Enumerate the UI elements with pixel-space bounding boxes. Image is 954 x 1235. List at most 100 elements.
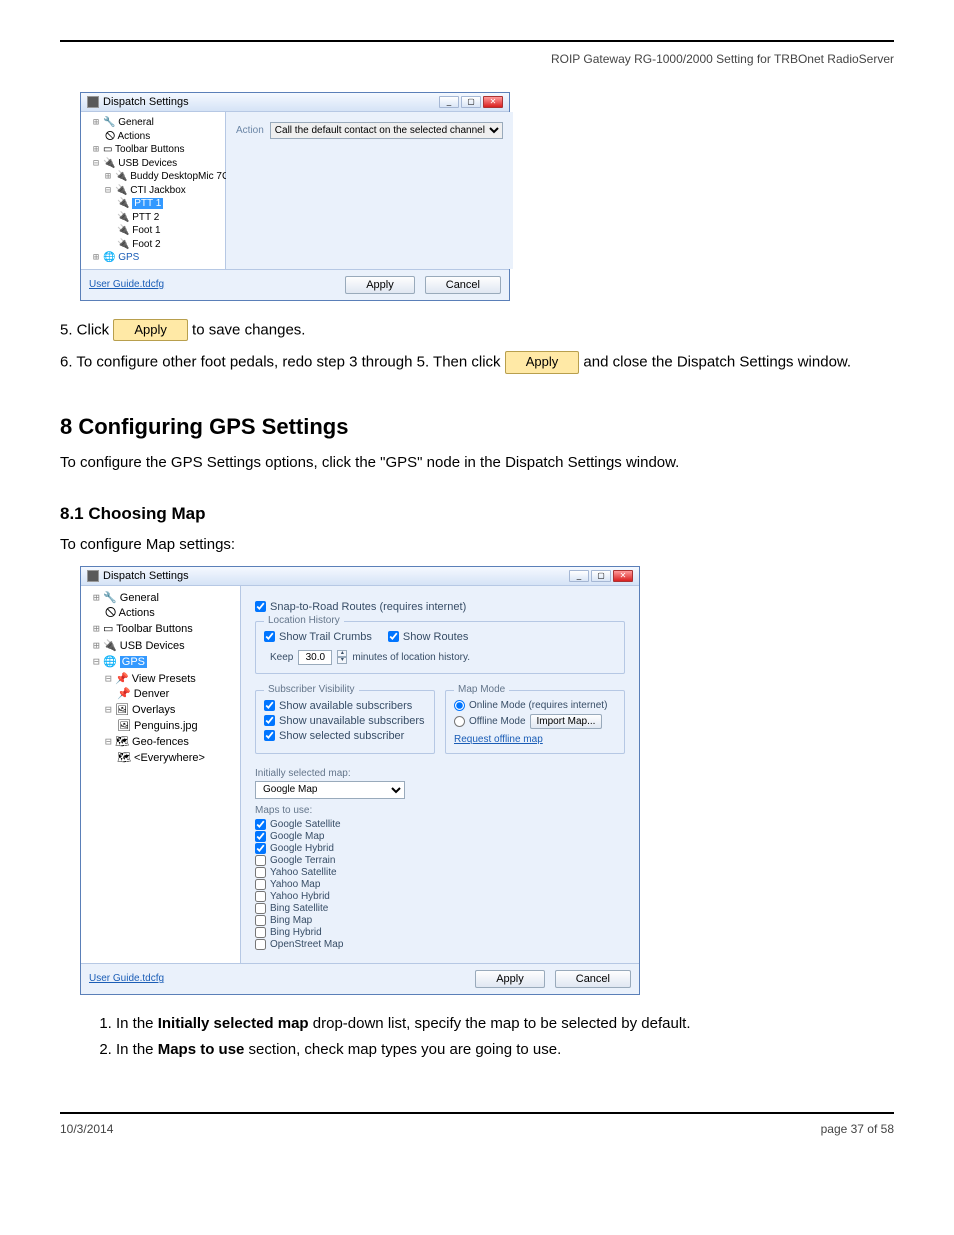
map-bing-satellite[interactable] (255, 903, 266, 914)
footer-date: 10/3/2014 (60, 1122, 113, 1136)
window-footer-2: User Guide.tdcfg Apply Cancel (81, 963, 639, 994)
tree-pane-2[interactable]: ⊞🔧 General 🛇 Actions ⊞▭ Toolbar Buttons … (81, 586, 241, 963)
tree-toolbar-buttons[interactable]: Toolbar Buttons (115, 144, 185, 155)
show-routes-checkbox[interactable] (388, 631, 399, 642)
spin-down[interactable]: ▾ (337, 657, 347, 664)
tree-general[interactable]: General (118, 117, 154, 128)
maps-to-use-label: Maps to use: (255, 805, 625, 816)
map-google-terrain[interactable] (255, 855, 266, 866)
settings-content-2: Snap-to-Road Routes (requires internet) … (241, 586, 639, 963)
offline-mode-radio[interactable] (454, 716, 465, 727)
keep-tail-label: minutes of location history. (352, 652, 470, 663)
tree2-everywhere[interactable]: <Everywhere> (134, 752, 205, 764)
show-unavailable-checkbox[interactable] (264, 715, 275, 726)
app-icon (87, 570, 99, 582)
action-select[interactable]: Call the default contact on the selected… (270, 122, 503, 139)
spin-up[interactable]: ▴ (337, 650, 347, 657)
import-map-button[interactable]: Import Map... (530, 714, 603, 729)
initially-selected-label: Initially selected map: (255, 768, 625, 779)
tree-foot1[interactable]: Foot 1 (132, 225, 160, 236)
header-path: ROIP Gateway RG-1000/2000 Setting for TR… (551, 52, 894, 66)
tree-foot2[interactable]: Foot 2 (132, 239, 160, 250)
tree2-usb[interactable]: USB Devices (120, 640, 185, 652)
tree-ptt1[interactable]: PTT 1 (132, 198, 163, 209)
offline-mode-label: Offline Mode (469, 716, 526, 727)
map-yahoo-satellite[interactable] (255, 867, 266, 878)
tree-usb-devices[interactable]: USB Devices (118, 158, 177, 169)
keep-label: Keep (270, 652, 293, 663)
close-button[interactable]: ✕ (483, 96, 503, 108)
tree2-penguins[interactable]: Penguins.jpg (134, 720, 198, 732)
location-history-group: Location History Show Trail Crumbs Show … (255, 621, 625, 674)
initially-selected-map-select[interactable]: Google Map (255, 781, 405, 799)
request-offline-map-link[interactable]: Request offline map (454, 734, 543, 745)
close-button[interactable]: ✕ (613, 570, 633, 582)
subsection-heading-map: 8.1 Choosing Map (60, 504, 894, 524)
map-google-hybrid[interactable] (255, 843, 266, 854)
minimize-button[interactable]: _ (569, 570, 589, 582)
tree-pane[interactable]: ⊞🔧 General 🛇 Actions ⊞▭ Toolbar Buttons … (81, 112, 226, 269)
window-controls-2: _ ▢ ✕ (569, 570, 633, 582)
tree-buddy-mic[interactable]: Buddy DesktopMic 7G (130, 171, 230, 182)
top-rule (60, 40, 894, 42)
window-controls: _ ▢ ✕ (439, 96, 503, 108)
maximize-button[interactable]: ▢ (461, 96, 481, 108)
maximize-button[interactable]: ▢ (591, 570, 611, 582)
apply-button[interactable]: Apply (345, 276, 415, 294)
inline-apply-button-2: Apply (505, 351, 580, 374)
subscriber-visibility-group: Subscriber Visibility Show available sub… (255, 690, 435, 754)
tree2-overlays[interactable]: Overlays (132, 704, 175, 716)
keep-minutes-input[interactable] (298, 650, 332, 665)
footer-page: page 37 of 58 (821, 1122, 894, 1136)
map-yahoo-hybrid[interactable] (255, 891, 266, 902)
map-google-satellite[interactable] (255, 819, 266, 830)
inline-apply-button: Apply (113, 319, 188, 342)
map-google-map[interactable] (255, 831, 266, 842)
tree-actions[interactable]: Actions (117, 131, 150, 142)
dispatch-settings-window-1: Dispatch Settings _ ▢ ✕ ⊞🔧 General 🛇 Act… (80, 92, 510, 301)
minimize-button[interactable]: _ (439, 96, 459, 108)
user-guide-link-2[interactable]: User Guide.tdcfg (89, 973, 164, 984)
app-icon (87, 96, 99, 108)
snap-to-road-checkbox[interactable] (255, 601, 266, 612)
map-step-2: In the Maps to use section, check map ty… (116, 1039, 894, 1062)
online-mode-radio[interactable] (454, 700, 465, 711)
show-available-checkbox[interactable] (264, 700, 275, 711)
show-selected-checkbox[interactable] (264, 730, 275, 741)
tree2-geofences[interactable]: Geo-fences (132, 736, 189, 748)
tree2-view-presets[interactable]: View Presets (132, 673, 196, 685)
bottom-rule (60, 1112, 894, 1114)
tree2-gps[interactable]: GPS (120, 656, 147, 668)
map-bing-hybrid[interactable] (255, 927, 266, 938)
window-title-2: Dispatch Settings (103, 570, 189, 582)
map-bing-map[interactable] (255, 915, 266, 926)
window-title: Dispatch Settings (103, 96, 189, 108)
section-heading-gps: 8 Configuring GPS Settings (60, 414, 894, 440)
cancel-button[interactable]: Cancel (425, 276, 501, 294)
online-mode-label: Online Mode (requires internet) (469, 700, 607, 711)
snap-to-road-label: Snap-to-Road Routes (requires internet) (270, 601, 466, 613)
show-available-label: Show available subscribers (279, 700, 412, 712)
gps-intro: To configure the GPS Settings options, c… (60, 452, 894, 474)
user-guide-link[interactable]: User Guide.tdcfg (89, 279, 164, 290)
titlebar-2: Dispatch Settings _ ▢ ✕ (81, 567, 639, 586)
tree2-actions[interactable]: Actions (119, 607, 155, 619)
map-steps: In the Initially selected map drop-down … (116, 1013, 894, 1062)
map-intro: To configure Map settings: (60, 534, 894, 556)
show-trail-checkbox[interactable] (264, 631, 275, 642)
tree-cti-jackbox[interactable]: CTI Jackbox (130, 185, 186, 196)
cancel-button-2[interactable]: Cancel (555, 970, 631, 988)
tree-gps[interactable]: GPS (118, 252, 139, 263)
window-footer: User Guide.tdcfg Apply Cancel (81, 269, 509, 300)
map-yahoo-map[interactable] (255, 879, 266, 890)
apply-button-2[interactable]: Apply (475, 970, 545, 988)
show-trail-label: Show Trail Crumbs (279, 631, 372, 643)
maps-list: Google Satellite Google Map Google Hybri… (255, 819, 625, 950)
settings-content: Action Call the default contact on the s… (226, 112, 513, 269)
tree2-general[interactable]: General (120, 592, 159, 604)
show-routes-label: Show Routes (403, 631, 468, 643)
tree2-denver[interactable]: Denver (134, 688, 169, 700)
map-openstreet[interactable] (255, 939, 266, 950)
tree-ptt2[interactable]: PTT 2 (132, 212, 159, 223)
tree2-toolbar[interactable]: Toolbar Buttons (116, 623, 192, 635)
